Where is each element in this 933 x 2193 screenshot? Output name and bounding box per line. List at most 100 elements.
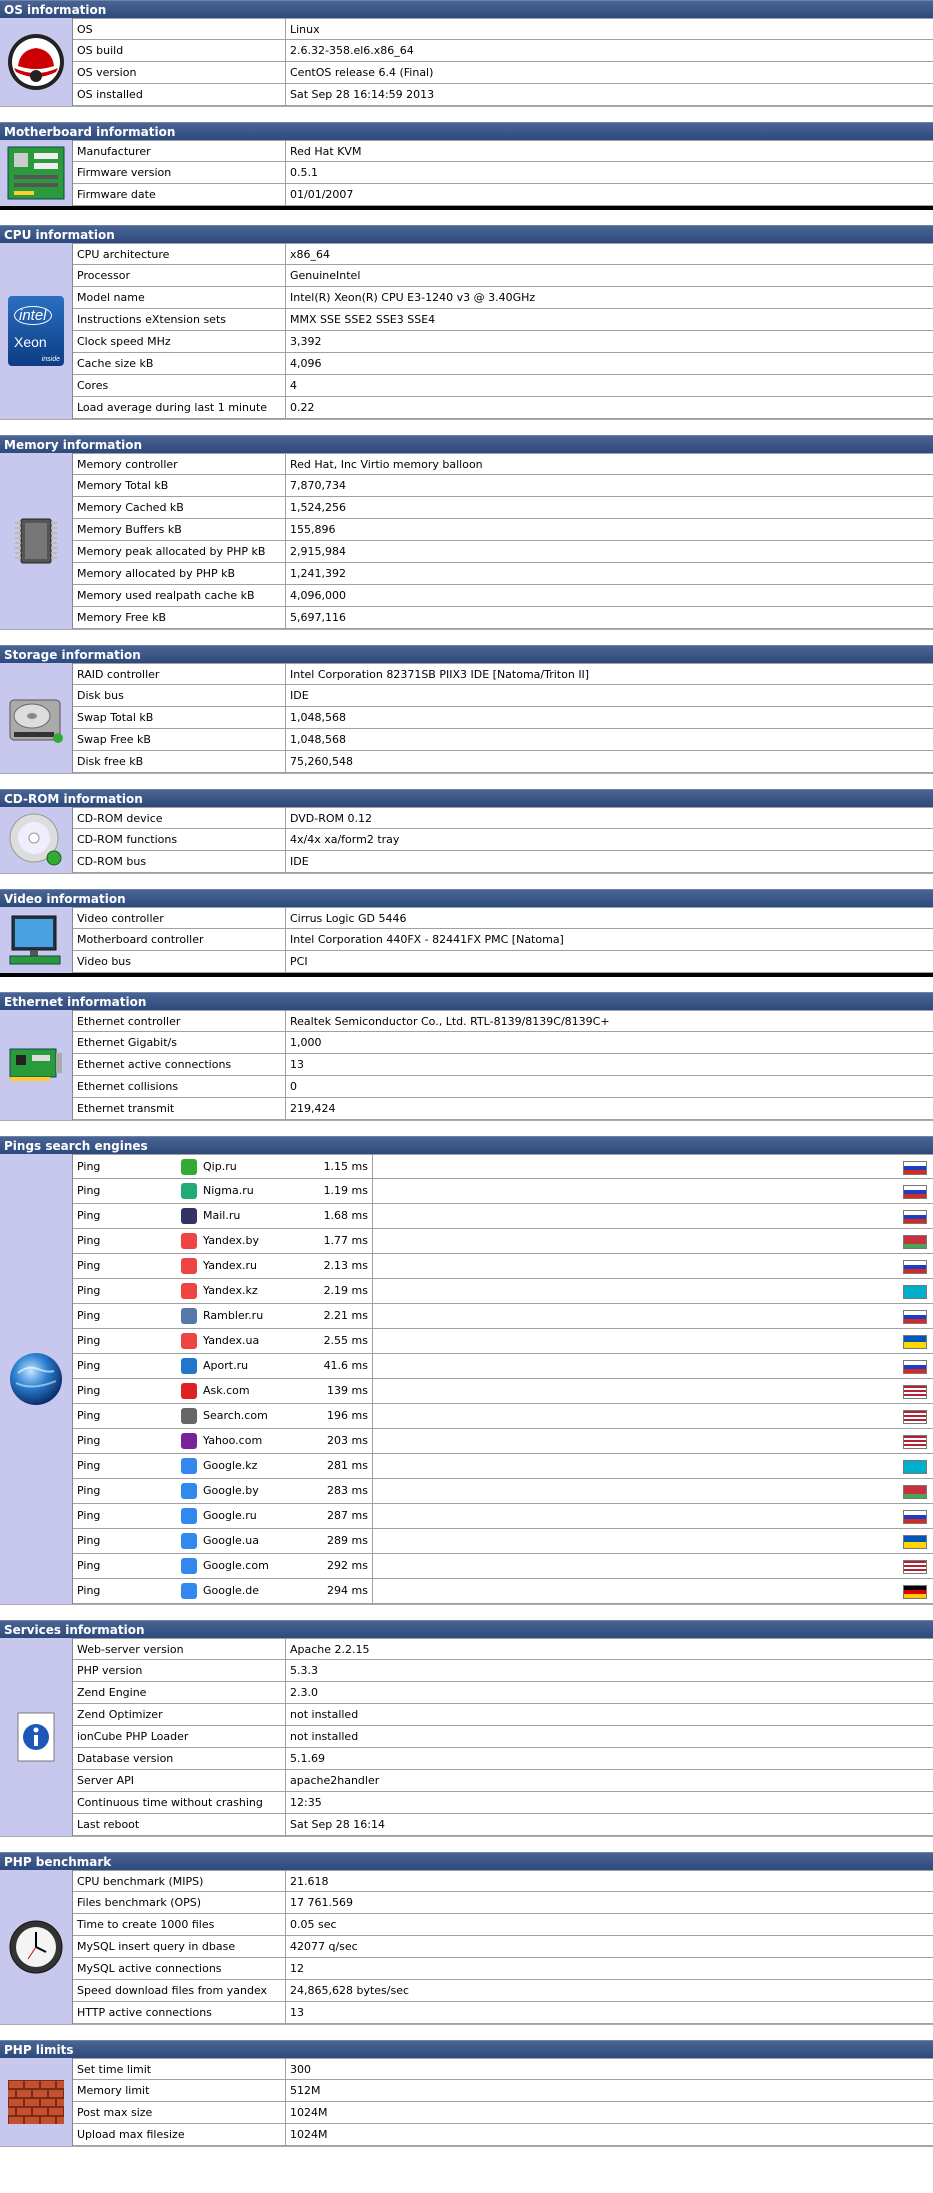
video-section: Video information Video controller Cirrus … (0, 889, 933, 977)
row-label: Swap Total kB (73, 707, 286, 728)
ping-engine-name: Google.com (203, 1559, 269, 1572)
info-row: Memory allocated by PHP kB 1,241,392 (73, 563, 933, 585)
row-value: 300 (290, 2063, 311, 2076)
ping-label: Ping (77, 1284, 101, 1297)
row-label: Upload max filesize (73, 2124, 286, 2145)
flag-us-icon (903, 1385, 927, 1399)
row-label: CD-ROM bus (73, 851, 286, 872)
ping-row: Ping Google.com 292 ms (73, 1554, 933, 1579)
ping-engine-name: Google.by (203, 1484, 259, 1497)
mb-section-body: Manufacturer Red Hat KVM Firmware version 0… (0, 140, 933, 210)
row-label: Clock speed MHz (73, 331, 286, 352)
intel-suffix-text: inside (41, 356, 60, 363)
ping-row: Ping Nigma.ru 1.19 ms (73, 1179, 933, 1204)
xeon-model-text: Xeon (14, 334, 47, 350)
globe-icon (0, 1154, 73, 1604)
info-row: Swap Total kB 1,048,568 (73, 707, 933, 729)
ping-row: Ping Ask.com 139 ms (73, 1379, 933, 1404)
row-value: 21.618 (290, 1875, 329, 1888)
info-row: CPU architecture x86_64 (73, 243, 933, 265)
row-label: Zend Engine (73, 1682, 286, 1703)
ping-time: 1.68 ms (283, 1204, 373, 1228)
yahoo-icon (181, 1433, 197, 1449)
ping-time: 1.15 ms (283, 1155, 373, 1178)
ping-row: Ping Google.de 294 ms (73, 1579, 933, 1604)
info-row: Ethernet Gigabit/s 1,000 (73, 1032, 933, 1054)
ping-label: Ping (77, 1160, 101, 1173)
bench-section-title: PHP benchmark (0, 1852, 933, 1870)
row-label: ionCube PHP Loader (73, 1726, 286, 1747)
row-value: PCI (290, 955, 308, 968)
row-value: not installed (290, 1708, 359, 1721)
row-label: Memory used realpath cache kB (73, 585, 286, 606)
ping-label: Ping (77, 1534, 101, 1547)
row-value: 4x/4x xa/form2 tray (290, 833, 400, 846)
row-value: 75,260,548 (290, 755, 353, 768)
yandex-icon (181, 1258, 197, 1274)
motherboard-icon (0, 140, 73, 206)
os-rows: OS Linux OS build 2.6.32-358.el6.x86_64 OS v… (73, 18, 933, 106)
ping-row: Ping Google.kz 281 ms (73, 1454, 933, 1479)
info-row: Swap Free kB 1,048,568 (73, 729, 933, 751)
info-row: Firmware date 01/01/2007 (73, 184, 933, 206)
google-icon (181, 1558, 197, 1574)
row-value: 01/01/2007 (290, 188, 354, 201)
ping-row: Ping Google.ru 287 ms (73, 1504, 933, 1529)
row-value: Sat Sep 28 16:14 (290, 1818, 385, 1831)
monitor-icon (0, 907, 73, 973)
row-label: Disk free kB (73, 751, 286, 772)
flag-us-icon (903, 1435, 927, 1449)
yandex-icon (181, 1283, 197, 1299)
clock-icon (0, 1870, 73, 2024)
row-label: Ethernet controller (73, 1011, 286, 1031)
row-label: Server API (73, 1770, 286, 1791)
yandex-icon (181, 1333, 197, 1349)
ping-label: Ping (77, 1484, 101, 1497)
info-row: Cores 4 (73, 375, 933, 397)
ping-label: Ping (77, 1384, 101, 1397)
row-label: MySQL active connections (73, 1958, 286, 1979)
info-row: Load average during last 1 minute 0.22 (73, 397, 933, 419)
row-value: DVD-ROM 0.12 (290, 812, 373, 825)
storage-section-title: Storage information (0, 645, 933, 663)
row-value: 3,392 (290, 335, 322, 348)
video-rows: Video controller Cirrus Logic GD 5446 Moth… (73, 907, 933, 973)
row-label: Memory Cached kB (73, 497, 286, 518)
row-value: CentOS release 6.4 (Final) (290, 66, 434, 79)
ping-label: Ping (77, 1209, 101, 1222)
google-icon (181, 1458, 197, 1474)
info-row: Continuous time without crashing 12:35 (73, 1792, 933, 1814)
flag-by-icon (903, 1485, 927, 1499)
row-label: Memory limit (73, 2080, 286, 2101)
row-value: 2.3.0 (290, 1686, 318, 1699)
row-label: Memory Total kB (73, 475, 286, 496)
flag-ru-icon (903, 1360, 927, 1374)
row-value: 7,870,734 (290, 479, 346, 492)
row-value: Red Hat, Inc Virtio memory balloon (290, 458, 483, 471)
info-row: Ethernet controller Realtek Semiconductor… (73, 1010, 933, 1032)
flag-kz-icon (903, 1460, 927, 1474)
flag-by-icon (903, 1235, 927, 1249)
mem-section-title: Memory information (0, 435, 933, 453)
eth-rows: Ethernet controller Realtek Semiconductor… (73, 1010, 933, 1120)
row-label: OS version (73, 62, 286, 83)
flag-ru-icon (903, 1161, 927, 1175)
ping-engine-name: Google.de (203, 1584, 260, 1597)
ping-time: 139 ms (283, 1379, 373, 1403)
limits-section-title: PHP limits (0, 2040, 933, 2058)
ping-row: Ping Aport.ru 41.6 ms (73, 1354, 933, 1379)
row-value: 1,000 (290, 1036, 322, 1049)
info-row: Instructions eXtension sets MMX SSE SSE2 … (73, 309, 933, 331)
ping-engine-name: Qip.ru (203, 1160, 237, 1173)
flag-ru-icon (903, 1260, 927, 1274)
row-value: 1024M (290, 2106, 328, 2119)
ping-label: Ping (77, 1584, 101, 1597)
info-row: CD-ROM device DVD-ROM 0.12 (73, 807, 933, 829)
intel-xeon-icon: intel Xeon inside (0, 243, 73, 419)
cpu-rows: CPU architecture x86_64 Processor GenuineIn… (73, 243, 933, 419)
row-label: RAID controller (73, 664, 286, 684)
ping-engine-name: Google.ru (203, 1509, 257, 1522)
ping-row: Ping Search.com 196 ms (73, 1404, 933, 1429)
ping-time: 294 ms (283, 1579, 373, 1603)
row-value: Sat Sep 28 16:14:59 2013 (290, 88, 435, 101)
